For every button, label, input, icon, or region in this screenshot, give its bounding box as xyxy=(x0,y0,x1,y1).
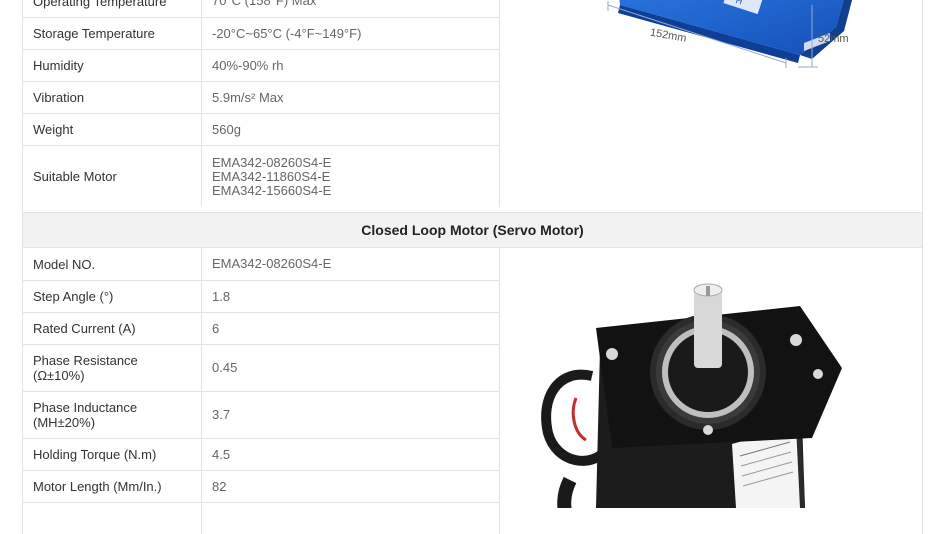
spec-row-model: Model NO. EMA342-08260S4-E xyxy=(23,248,500,280)
section-heading: Closed Loop Motor (Servo Motor) xyxy=(23,212,922,247)
driver-image-area: H 152mm 52mm xyxy=(500,0,922,212)
spec-label: Holding Torque (N.m) xyxy=(23,439,202,470)
spec-row-weight: Weight 560g xyxy=(23,113,500,145)
spec-label-line: (MH±20%) xyxy=(33,415,96,430)
spec-value: -20°C~65°C (-4°F~149°F) xyxy=(202,18,500,49)
motor-image-area xyxy=(500,248,922,534)
spec-label: Operating Temperature xyxy=(23,0,202,17)
motor-spec-rows: Model NO. EMA342-08260S4-E Step Angle (°… xyxy=(23,248,500,534)
spec-label xyxy=(23,503,202,534)
motor-model: EMA342-11860S4-E xyxy=(212,168,331,184)
motor-model: EMA342-15660S4-E xyxy=(212,182,332,198)
spec-label: Rated Current (A) xyxy=(23,313,202,344)
spec-sheet: Operating Temperature 70°C (158°F) Max S… xyxy=(22,0,923,534)
spec-label-line: Phase Resistance xyxy=(33,353,138,368)
spec-row-storage-temperature: Storage Temperature -20°C~65°C (-4°F~149… xyxy=(23,17,500,49)
spec-value: 5.9m/s² Max xyxy=(202,82,500,113)
spec-label: Humidity xyxy=(23,50,202,81)
spec-label-line: (Ω±10%) xyxy=(33,368,85,383)
spec-value: 70°C (158°F) Max xyxy=(202,0,500,17)
spec-label: Storage Temperature xyxy=(23,18,202,49)
spec-label: Vibration xyxy=(23,82,202,113)
spec-label: Weight xyxy=(23,114,202,145)
spec-value: EMA342-08260S4-E xyxy=(202,248,500,280)
spec-row-humidity: Humidity 40%-90% rh xyxy=(23,49,500,81)
spec-row-phase-inductance: Phase Inductance (MH±20%) 3.7 xyxy=(23,391,500,438)
spec-label: Suitable Motor xyxy=(23,146,202,207)
spec-value: 0.45 xyxy=(202,345,500,391)
spec-label-multiline: Phase Resistance (Ω±10%) xyxy=(23,345,202,391)
spec-label: Motor Length (Mm/In.) xyxy=(23,471,202,502)
motor-spec-block: Model NO. EMA342-08260S4-E Step Angle (°… xyxy=(23,247,922,534)
spec-row-vibration: Vibration 5.9m/s² Max xyxy=(23,81,500,113)
spec-row-step-angle: Step Angle (°) 1.8 xyxy=(23,280,500,312)
spec-value xyxy=(202,503,500,534)
spec-row-holding-torque: Holding Torque (N.m) 4.5 xyxy=(23,438,500,470)
spec-label: Model NO. xyxy=(23,248,202,280)
spec-value: 40%-90% rh xyxy=(202,50,500,81)
driver-spec-block: Operating Temperature 70°C (158°F) Max S… xyxy=(23,0,922,212)
spec-row-suitable-motor: Suitable Motor EMA342-08260S4-E EMA342-1… xyxy=(23,145,500,207)
spec-value: 560g xyxy=(202,114,500,145)
spec-row-operating-temperature: Operating Temperature 70°C (158°F) Max xyxy=(23,0,500,17)
motor-image xyxy=(541,283,842,520)
spec-value: 1.8 xyxy=(202,281,500,312)
spec-row-motor-length: Motor Length (Mm/In.) 82 xyxy=(23,470,500,502)
spec-value-list: EMA342-08260S4-E EMA342-11860S4-E EMA342… xyxy=(202,146,500,207)
motor-model: EMA342-08260S4-E xyxy=(212,154,332,170)
spec-value: 4.5 xyxy=(202,439,500,470)
spec-value: 6 xyxy=(202,313,500,344)
spec-value: 3.7 xyxy=(202,392,500,438)
spec-row-phase-resistance: Phase Resistance (Ω±10%) 0.45 xyxy=(23,344,500,391)
spec-label: Step Angle (°) xyxy=(23,281,202,312)
height-dimension: 52mm xyxy=(818,33,849,45)
spec-label-line: Phase Inductance xyxy=(33,400,138,415)
spec-value: 82 xyxy=(202,471,500,502)
spec-row-next xyxy=(23,502,500,534)
spec-row-rated-current: Rated Current (A) 6 xyxy=(23,312,500,344)
driver-image: H 152mm 52mm xyxy=(607,0,853,68)
spec-label-multiline: Phase Inductance (MH±20%) xyxy=(23,392,202,438)
driver-spec-rows: Operating Temperature 70°C (158°F) Max S… xyxy=(23,0,500,212)
